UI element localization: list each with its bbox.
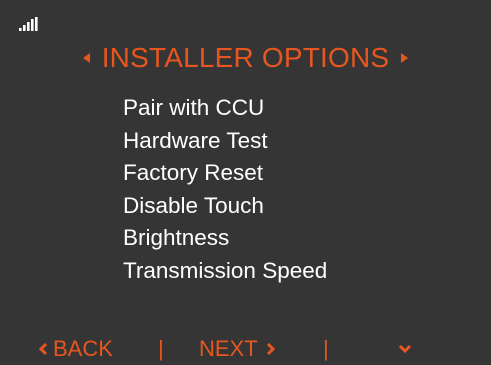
menu-item-brightness[interactable]: Brightness xyxy=(123,222,327,255)
signal-bars-icon xyxy=(19,17,38,31)
page-title: INSTALLER OPTIONS xyxy=(101,42,390,73)
footer-nav: BACK | NEXT | xyxy=(0,334,491,364)
menu-item-pair-with-ccu[interactable]: Pair with CCU xyxy=(123,92,327,125)
footer-separator: | xyxy=(158,336,164,361)
installer-options-screen: INSTALLER OPTIONS Pair with CCU Hardware… xyxy=(0,0,491,365)
next-label: NEXT xyxy=(199,336,258,361)
triangle-left-icon[interactable] xyxy=(82,53,90,63)
chevron-left-icon xyxy=(38,342,48,356)
next-button[interactable]: NEXT xyxy=(199,336,278,362)
options-menu: Pair with CCU Hardware Test Factory Rese… xyxy=(123,92,327,288)
footer-separator: | xyxy=(323,336,329,361)
header: INSTALLER OPTIONS xyxy=(0,40,491,76)
menu-item-factory-reset[interactable]: Factory Reset xyxy=(123,157,327,190)
back-label: BACK xyxy=(53,336,113,361)
chevron-right-icon xyxy=(266,342,275,356)
menu-item-disable-touch[interactable]: Disable Touch xyxy=(123,190,327,223)
back-button[interactable]: BACK xyxy=(36,336,113,362)
triangle-right-icon[interactable] xyxy=(401,53,409,63)
menu-item-hardware-test[interactable]: Hardware Test xyxy=(123,125,327,158)
chevron-down-icon[interactable] xyxy=(398,343,412,355)
menu-item-transmission-speed[interactable]: Transmission Speed xyxy=(123,255,327,288)
